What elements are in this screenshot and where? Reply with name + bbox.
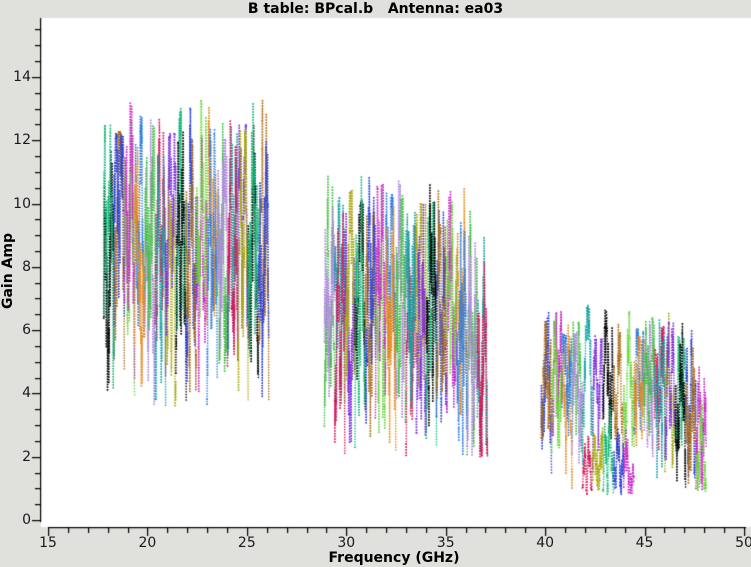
x-tick-label: 40	[525, 536, 565, 550]
plot-title: B table: BPcal.b Antenna: ea03	[0, 1, 751, 17]
x-tick-label: 30	[326, 536, 366, 550]
bandpass-plot-window: B table: BPcal.b Antenna: ea03 Gain Amp …	[0, 0, 751, 567]
y-tick-label: 14	[0, 70, 31, 84]
y-tick-label: 12	[0, 133, 31, 147]
x-tick-label: 35	[426, 536, 466, 550]
x-tick-label: 15	[28, 536, 68, 550]
x-tick-label: 20	[127, 536, 167, 550]
x-tick-label: 25	[227, 536, 267, 550]
y-tick-label: 6	[0, 323, 31, 337]
x-tick-label: 45	[625, 536, 665, 550]
x-tick-label: 50	[724, 536, 751, 550]
x-axis-label: Frequency (GHz)	[41, 550, 747, 566]
y-tick-label: 4	[0, 386, 31, 400]
y-tick-label: 0	[0, 513, 31, 527]
y-tick-label: 10	[0, 197, 31, 211]
plot-canvas	[0, 0, 751, 567]
y-tick-label: 2	[0, 450, 31, 464]
y-tick-label: 8	[0, 260, 31, 274]
